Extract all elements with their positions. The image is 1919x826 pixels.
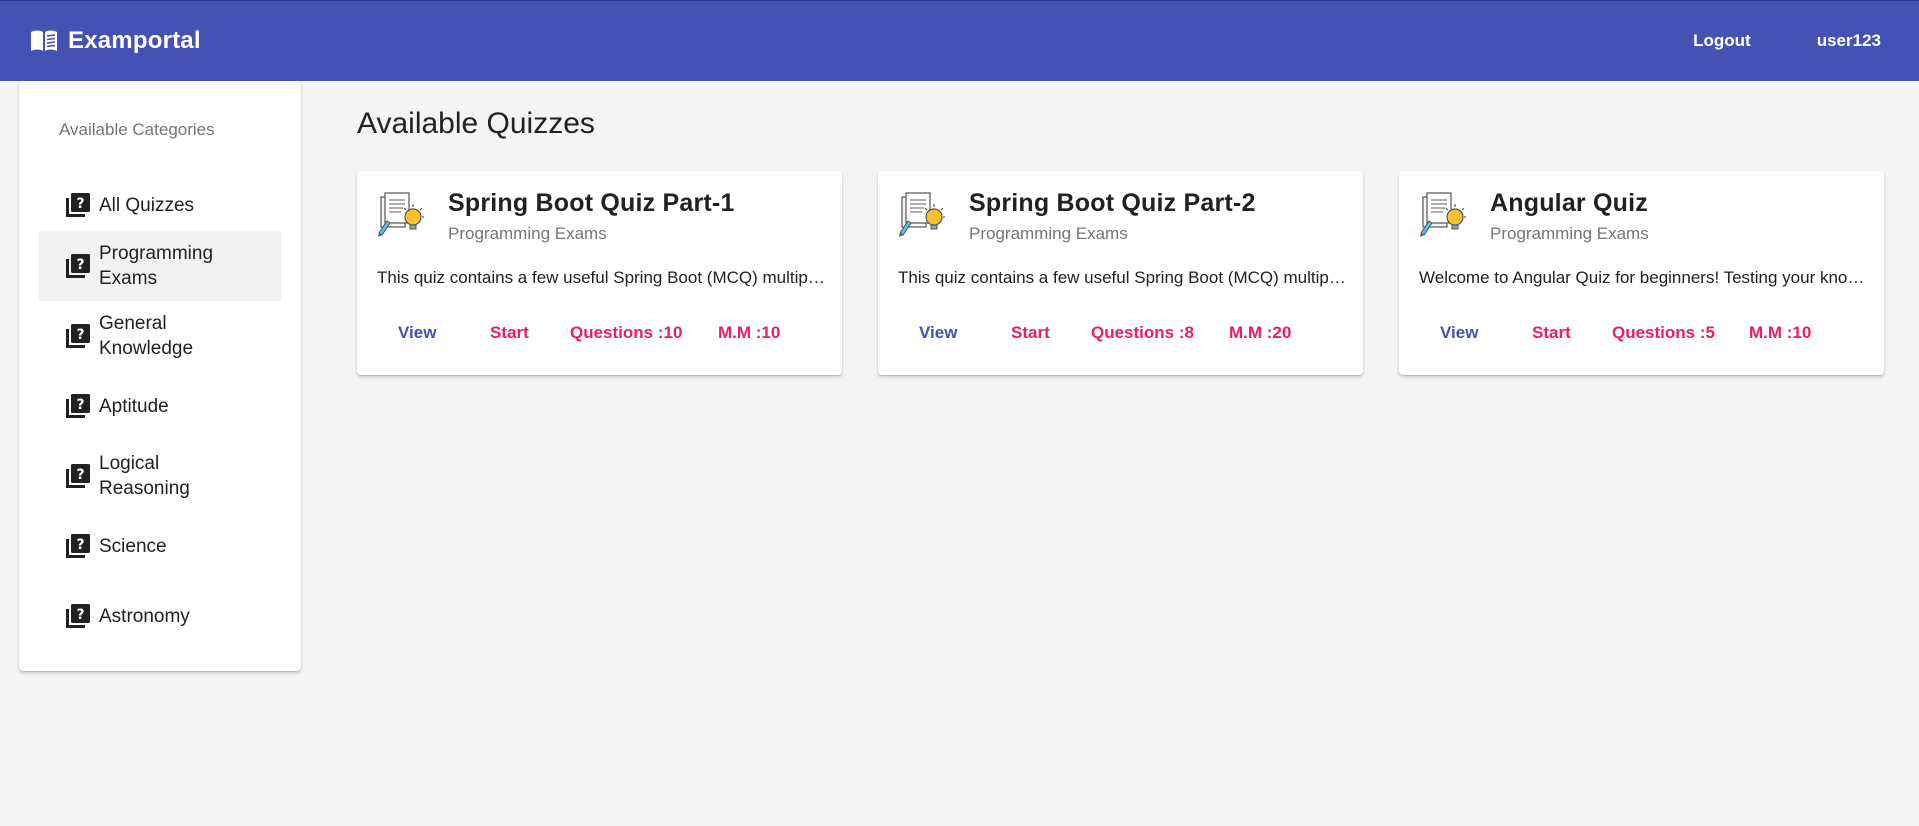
quiz-icon: ? bbox=[65, 463, 91, 489]
sidebar-item-label: All Quizzes bbox=[99, 194, 195, 216]
quiz-actions: View Start Questions :5 M.M :10 bbox=[1399, 323, 1884, 353]
sidebar-item-general-knowledge[interactable]: ? General Knowledge bbox=[39, 301, 281, 371]
sidebar-heading: Available Categories bbox=[59, 120, 215, 139]
sidebar-item-label: Logical Reasoning bbox=[99, 453, 190, 499]
max-marks-button[interactable]: M.M :20 bbox=[1229, 323, 1291, 343]
quiz-actions: View Start Questions :10 M.M :10 bbox=[357, 323, 842, 353]
start-button[interactable]: Start bbox=[490, 323, 529, 343]
view-button[interactable]: View bbox=[919, 323, 957, 343]
sidebar-item-programming-exams[interactable]: ? Programming Exams bbox=[39, 231, 281, 301]
page-title: Available Quizzes bbox=[357, 107, 595, 140]
svg-text:?: ? bbox=[76, 327, 84, 343]
questions-count-button[interactable]: Questions :10 bbox=[570, 323, 682, 343]
quiz-icon: ? bbox=[65, 603, 91, 629]
quiz-icon: ? bbox=[65, 533, 91, 559]
quiz-category: Programming Exams bbox=[448, 224, 607, 243]
quiz-card: Spring Boot Quiz Part-1 Programming Exam… bbox=[357, 171, 842, 375]
top-toolbar: Examportal Logout user123 bbox=[0, 0, 1919, 81]
svg-text:?: ? bbox=[76, 537, 84, 553]
quiz-actions: View Start Questions :8 M.M :20 bbox=[878, 323, 1363, 353]
logout-button[interactable]: Logout bbox=[1693, 31, 1751, 51]
max-marks-button[interactable]: M.M :10 bbox=[1749, 323, 1811, 343]
svg-text:?: ? bbox=[76, 196, 84, 212]
brand-link[interactable]: Examportal bbox=[29, 27, 201, 55]
quiz-idea-icon bbox=[896, 189, 950, 243]
view-button[interactable]: View bbox=[398, 323, 436, 343]
user-profile-link[interactable]: user123 bbox=[1817, 31, 1881, 51]
questions-count-button[interactable]: Questions :5 bbox=[1612, 323, 1715, 343]
sidebar-item-label: Science bbox=[99, 535, 167, 557]
start-button[interactable]: Start bbox=[1532, 323, 1571, 343]
sidebar-item-label: Astronomy bbox=[99, 605, 190, 627]
sidebar-item-label: Aptitude bbox=[99, 395, 169, 417]
menu-book-icon bbox=[29, 28, 59, 54]
svg-text:?: ? bbox=[76, 397, 84, 413]
quiz-icon: ? bbox=[65, 323, 91, 349]
quiz-idea-icon bbox=[1417, 189, 1471, 243]
sidebar-item-astronomy[interactable]: ? Astronomy bbox=[39, 581, 281, 651]
start-button[interactable]: Start bbox=[1011, 323, 1050, 343]
svg-text:?: ? bbox=[76, 467, 84, 483]
quiz-category: Programming Exams bbox=[969, 224, 1128, 243]
quiz-description: Welcome to Angular Quiz for beginners! T… bbox=[1419, 268, 1867, 287]
sidebar-item-aptitude[interactable]: ? Aptitude bbox=[39, 371, 281, 441]
categories-sidebar: Available Categories ? All Quizzes ? Pro… bbox=[19, 81, 301, 671]
quiz-description: This quiz contains a few useful Spring B… bbox=[898, 268, 1346, 287]
sidebar-item-logical-reasoning[interactable]: ? Logical Reasoning bbox=[39, 441, 281, 511]
sidebar-item-label: General Knowledge bbox=[99, 313, 194, 359]
quiz-description: This quiz contains a few useful Spring B… bbox=[377, 268, 825, 287]
sidebar-item-science[interactable]: ? Science bbox=[39, 511, 281, 581]
quiz-title: Spring Boot Quiz Part-2 bbox=[969, 189, 1256, 217]
quiz-title: Angular Quiz bbox=[1490, 189, 1648, 217]
sidebar-item-all-quizzes[interactable]: ? All Quizzes bbox=[39, 179, 281, 231]
quiz-card: Spring Boot Quiz Part-2 Programming Exam… bbox=[878, 171, 1363, 375]
quiz-title: Spring Boot Quiz Part-1 bbox=[448, 189, 735, 217]
sidebar-item-label: Programming Exams bbox=[99, 243, 214, 289]
quiz-icon: ? bbox=[65, 393, 91, 419]
app-title: Examportal bbox=[68, 27, 201, 54]
nav-right: Logout user123 bbox=[1693, 31, 1881, 51]
questions-count-button[interactable]: Questions :8 bbox=[1091, 323, 1194, 343]
quiz-category: Programming Exams bbox=[1490, 224, 1649, 243]
view-button[interactable]: View bbox=[1440, 323, 1478, 343]
quiz-icon: ? bbox=[65, 253, 91, 279]
quiz-icon: ? bbox=[65, 192, 91, 218]
quiz-card: Angular Quiz Programming Exams Welcome t… bbox=[1399, 171, 1884, 375]
quiz-idea-icon bbox=[375, 189, 429, 243]
svg-text:?: ? bbox=[76, 607, 84, 623]
max-marks-button[interactable]: M.M :10 bbox=[718, 323, 780, 343]
svg-text:?: ? bbox=[76, 257, 84, 273]
